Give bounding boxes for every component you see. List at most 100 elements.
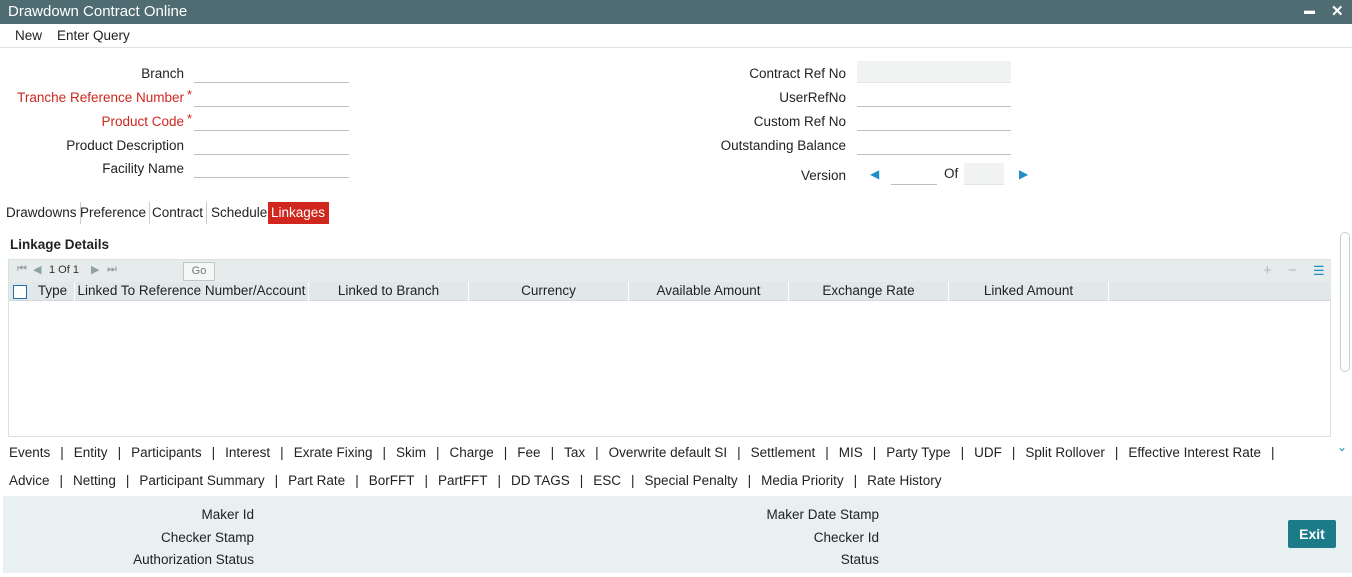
link-separator: | — [825, 445, 829, 460]
link-separator: | — [550, 445, 555, 460]
link-mis[interactable]: MIS — [839, 445, 863, 460]
link-skim[interactable]: Skim — [396, 445, 426, 460]
link-party-type[interactable]: Party Type — [886, 445, 950, 460]
exit-button[interactable]: Exit — [1288, 520, 1336, 548]
link-separator: | — [595, 445, 599, 460]
link-separator: | — [579, 473, 584, 488]
outstanding-balance-label: Outstanding Balance — [720, 138, 846, 153]
maker-id-label: Maker Id — [201, 507, 254, 522]
link-dd-tags[interactable]: DD TAGS — [511, 473, 570, 488]
product-description-input[interactable] — [194, 133, 349, 155]
tab-linkages[interactable]: Linkages — [268, 202, 329, 224]
link-separator: | — [117, 445, 122, 460]
link-events[interactable]: Events — [9, 445, 50, 460]
tab-contract[interactable]: Contract — [149, 202, 208, 224]
link-udf[interactable]: UDF — [974, 445, 1002, 460]
last-page-icon[interactable]: ⏭ — [107, 263, 117, 276]
link-effective-interest-rate[interactable]: Effective Interest Rate — [1128, 445, 1261, 460]
link-separator: | — [280, 445, 284, 460]
tranche-reference-label: Tranche Reference Number * — [17, 87, 192, 105]
maker-date-stamp-label: Maker Date Stamp — [766, 507, 879, 522]
facility-name-label: Facility Name — [102, 161, 184, 176]
link-split-rollover[interactable]: Split Rollover — [1025, 445, 1105, 460]
link-separator: | — [355, 473, 359, 488]
link-separator: | — [435, 445, 440, 460]
menu-new[interactable]: New — [15, 28, 42, 43]
next-page-icon[interactable]: ▶ — [91, 263, 99, 276]
link-exrate-fixing[interactable]: Exrate Fixing — [294, 445, 373, 460]
first-page-icon[interactable]: ⏮ — [17, 263, 27, 276]
version-input[interactable] — [891, 163, 937, 185]
scroll-down-icon[interactable]: ⌄ — [1337, 440, 1347, 454]
menu-bar: New Enter Query — [0, 24, 1352, 48]
col-available-amount: Available Amount — [629, 282, 789, 301]
link-separator: | — [424, 473, 428, 488]
subsystem-links-row1: Events | Entity | Participants | Interest | Exra… — [9, 445, 1284, 465]
menu-enter-query[interactable]: Enter Query — [57, 28, 130, 43]
close-icon[interactable]: ✕ — [1331, 2, 1344, 20]
vertical-scrollbar[interactable] — [1340, 232, 1350, 372]
link-overwrite-default-si[interactable]: Overwrite default SI — [609, 445, 728, 460]
link-separator: | — [274, 473, 279, 488]
link-interest[interactable]: Interest — [225, 445, 270, 460]
col-type: Type — [31, 282, 75, 301]
go-button[interactable]: Go — [183, 262, 215, 281]
col-linked-to-branch: Linked to Branch — [309, 282, 469, 301]
link-entity[interactable]: Entity — [74, 445, 108, 460]
product-code-label: Product Code * — [101, 111, 192, 129]
link-esc[interactable]: ESC — [593, 473, 621, 488]
link-participants[interactable]: Participants — [131, 445, 202, 460]
grid-toolbar: ⏮ ◀ 1 Of 1 ▶ ⏭ Go + − ☰ — [9, 260, 1331, 282]
link-settlement[interactable]: Settlement — [751, 445, 816, 460]
contract-ref-label: Contract Ref No — [749, 66, 846, 81]
minimize-icon[interactable]: ▬ — [1304, 5, 1315, 17]
product-code-input[interactable] — [194, 109, 349, 131]
contract-ref-input — [857, 61, 1011, 83]
link-separator: | — [960, 445, 965, 460]
col-exchange-rate: Exchange Rate — [789, 282, 949, 301]
link-special-penalty[interactable]: Special Penalty — [645, 473, 738, 488]
tab-preference[interactable]: Preference — [77, 202, 151, 224]
user-ref-label: UserRefNo — [779, 90, 846, 105]
link-borfft[interactable]: BorFFT — [369, 473, 415, 488]
branch-input[interactable] — [194, 61, 349, 83]
custom-ref-input[interactable] — [857, 109, 1011, 131]
version-prev-icon[interactable]: ◀ — [870, 167, 879, 181]
prev-page-icon[interactable]: ◀ — [33, 263, 41, 276]
checker-stamp-label: Checker Stamp — [160, 530, 254, 545]
add-row-icon[interactable]: + — [1263, 262, 1272, 279]
tab-drawdowns[interactable]: Drawdowns — [3, 202, 81, 224]
delete-row-icon[interactable]: − — [1288, 262, 1297, 279]
link-tax[interactable]: Tax — [564, 445, 585, 460]
product-description-label: Product Description — [66, 138, 184, 153]
list-view-icon[interactable]: ☰ — [1313, 263, 1325, 279]
link-separator: | — [747, 473, 752, 488]
tranche-reference-input[interactable] — [194, 85, 349, 107]
link-separator: | — [1270, 445, 1275, 460]
link-charge[interactable]: Charge — [450, 445, 494, 460]
version-next-icon[interactable]: ▶ — [1019, 167, 1028, 181]
facility-name-input[interactable] — [194, 156, 349, 178]
page-indicator: 1 Of 1 — [49, 264, 79, 276]
link-advice[interactable]: Advice — [9, 473, 50, 488]
user-ref-input[interactable] — [857, 85, 1011, 107]
select-all-checkbox[interactable] — [13, 285, 27, 299]
version-of-label: Of — [944, 166, 959, 181]
link-rate-history[interactable]: Rate History — [867, 473, 941, 488]
link-separator: | — [872, 445, 877, 460]
link-media-priority[interactable]: Media Priority — [761, 473, 844, 488]
link-separator: | — [1114, 445, 1119, 460]
link-separator: | — [125, 473, 130, 488]
link-separator: | — [382, 445, 386, 460]
link-part-rate[interactable]: Part Rate — [288, 473, 345, 488]
required-mark: * — [186, 111, 192, 126]
tab-schedule[interactable]: Schedule — [208, 202, 270, 224]
status-label: Status — [840, 552, 879, 567]
outstanding-balance-input[interactable] — [857, 133, 1011, 155]
link-participant-summary[interactable]: Participant Summary — [139, 473, 264, 488]
link-fee[interactable]: Fee — [517, 445, 540, 460]
window-titlebar: Drawdown Contract Online ▬ ✕ — [0, 0, 1352, 24]
link-separator: | — [631, 473, 635, 488]
link-partfft[interactable]: PartFFT — [438, 473, 488, 488]
link-netting[interactable]: Netting — [73, 473, 116, 488]
